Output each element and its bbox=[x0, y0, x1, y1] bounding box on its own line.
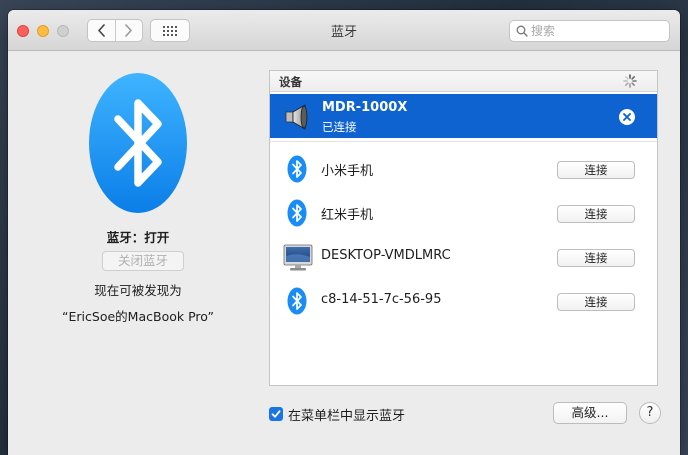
grid-icon bbox=[163, 25, 177, 36]
remove-device-button[interactable] bbox=[619, 109, 635, 125]
chevron-left-icon bbox=[97, 24, 105, 37]
device-name: 小米手机 bbox=[321, 164, 374, 179]
show-in-menubar-label: 在菜单栏中显示蓝牙 bbox=[288, 408, 406, 424]
discoverable-text: 现在可被发现为 bbox=[94, 283, 182, 298]
close-window-button[interactable] bbox=[17, 25, 29, 37]
help-button[interactable]: ? bbox=[639, 402, 661, 424]
device-name: 红米手机 bbox=[321, 208, 374, 223]
connect-button[interactable]: 连接 bbox=[557, 293, 635, 311]
devices-header-label: 设备 bbox=[279, 75, 302, 89]
connected-device-row[interactable]: MDR-1000X 已连接 bbox=[270, 94, 657, 138]
device-row-xiaomi[interactable]: 小米手机 连接 bbox=[270, 149, 657, 189]
preferences-window: 蓝牙 蓝牙：打开 关闭蓝牙 现在可被发现为 “EricSoe的MacBook P… bbox=[8, 10, 680, 455]
bluetooth-icon bbox=[287, 155, 307, 183]
device-row-desktop[interactable]: DESKTOP-VMDLMRC 连接 bbox=[270, 237, 657, 277]
advanced-button[interactable]: 高级... bbox=[553, 402, 627, 424]
show-in-menubar-option[interactable]: 在菜单栏中显示蓝牙 bbox=[269, 405, 406, 424]
connected-device-name: MDR-1000X bbox=[322, 100, 408, 115]
turn-off-bluetooth-button[interactable]: 关闭蓝牙 bbox=[102, 251, 184, 271]
bluetooth-icon bbox=[287, 199, 307, 227]
back-button[interactable] bbox=[88, 20, 115, 41]
connect-button[interactable]: 连接 bbox=[557, 249, 635, 267]
devices-header: 设备 bbox=[270, 71, 657, 92]
devices-list[interactable]: 设备 MDR-1000X 已连接 小米手机 连接 红米手机 连接 DESKTOP… bbox=[269, 70, 658, 386]
spinner-icon bbox=[623, 74, 637, 88]
speaker-icon bbox=[285, 104, 308, 130]
title-bar: 蓝牙 bbox=[8, 10, 680, 51]
computer-name-text: “EricSoe的MacBook Pro” bbox=[62, 309, 214, 324]
search-field[interactable] bbox=[509, 20, 670, 42]
device-name: c8-14-51-7c-56-95 bbox=[321, 292, 442, 307]
list-separator bbox=[270, 141, 657, 142]
bluetooth-state-label: 蓝牙：打开 bbox=[106, 230, 170, 245]
connect-button[interactable]: 连接 bbox=[557, 161, 635, 179]
show-in-menubar-checkbox[interactable] bbox=[269, 407, 283, 421]
window-title: 蓝牙 bbox=[330, 25, 357, 40]
search-input[interactable] bbox=[531, 23, 663, 39]
device-row-mac-address[interactable]: c8-14-51-7c-56-95 连接 bbox=[270, 281, 657, 321]
checkmark-icon bbox=[271, 410, 281, 418]
device-row-redmi[interactable]: 红米手机 连接 bbox=[270, 193, 657, 233]
connect-button[interactable]: 连接 bbox=[557, 205, 635, 223]
bluetooth-icon bbox=[287, 287, 307, 315]
search-icon bbox=[516, 25, 528, 37]
connected-device-status: 已连接 bbox=[322, 120, 357, 134]
forward-button[interactable] bbox=[114, 20, 143, 41]
bluetooth-logo-icon bbox=[89, 73, 187, 213]
minimize-window-button[interactable] bbox=[37, 25, 49, 37]
device-name: DESKTOP-VMDLMRC bbox=[321, 248, 451, 263]
history-navigation bbox=[87, 19, 143, 42]
show-all-button[interactable] bbox=[150, 19, 190, 42]
monitor-icon bbox=[283, 244, 313, 271]
chevron-right-icon bbox=[125, 24, 133, 37]
close-icon bbox=[623, 113, 631, 121]
zoom-window-button[interactable] bbox=[57, 25, 69, 37]
